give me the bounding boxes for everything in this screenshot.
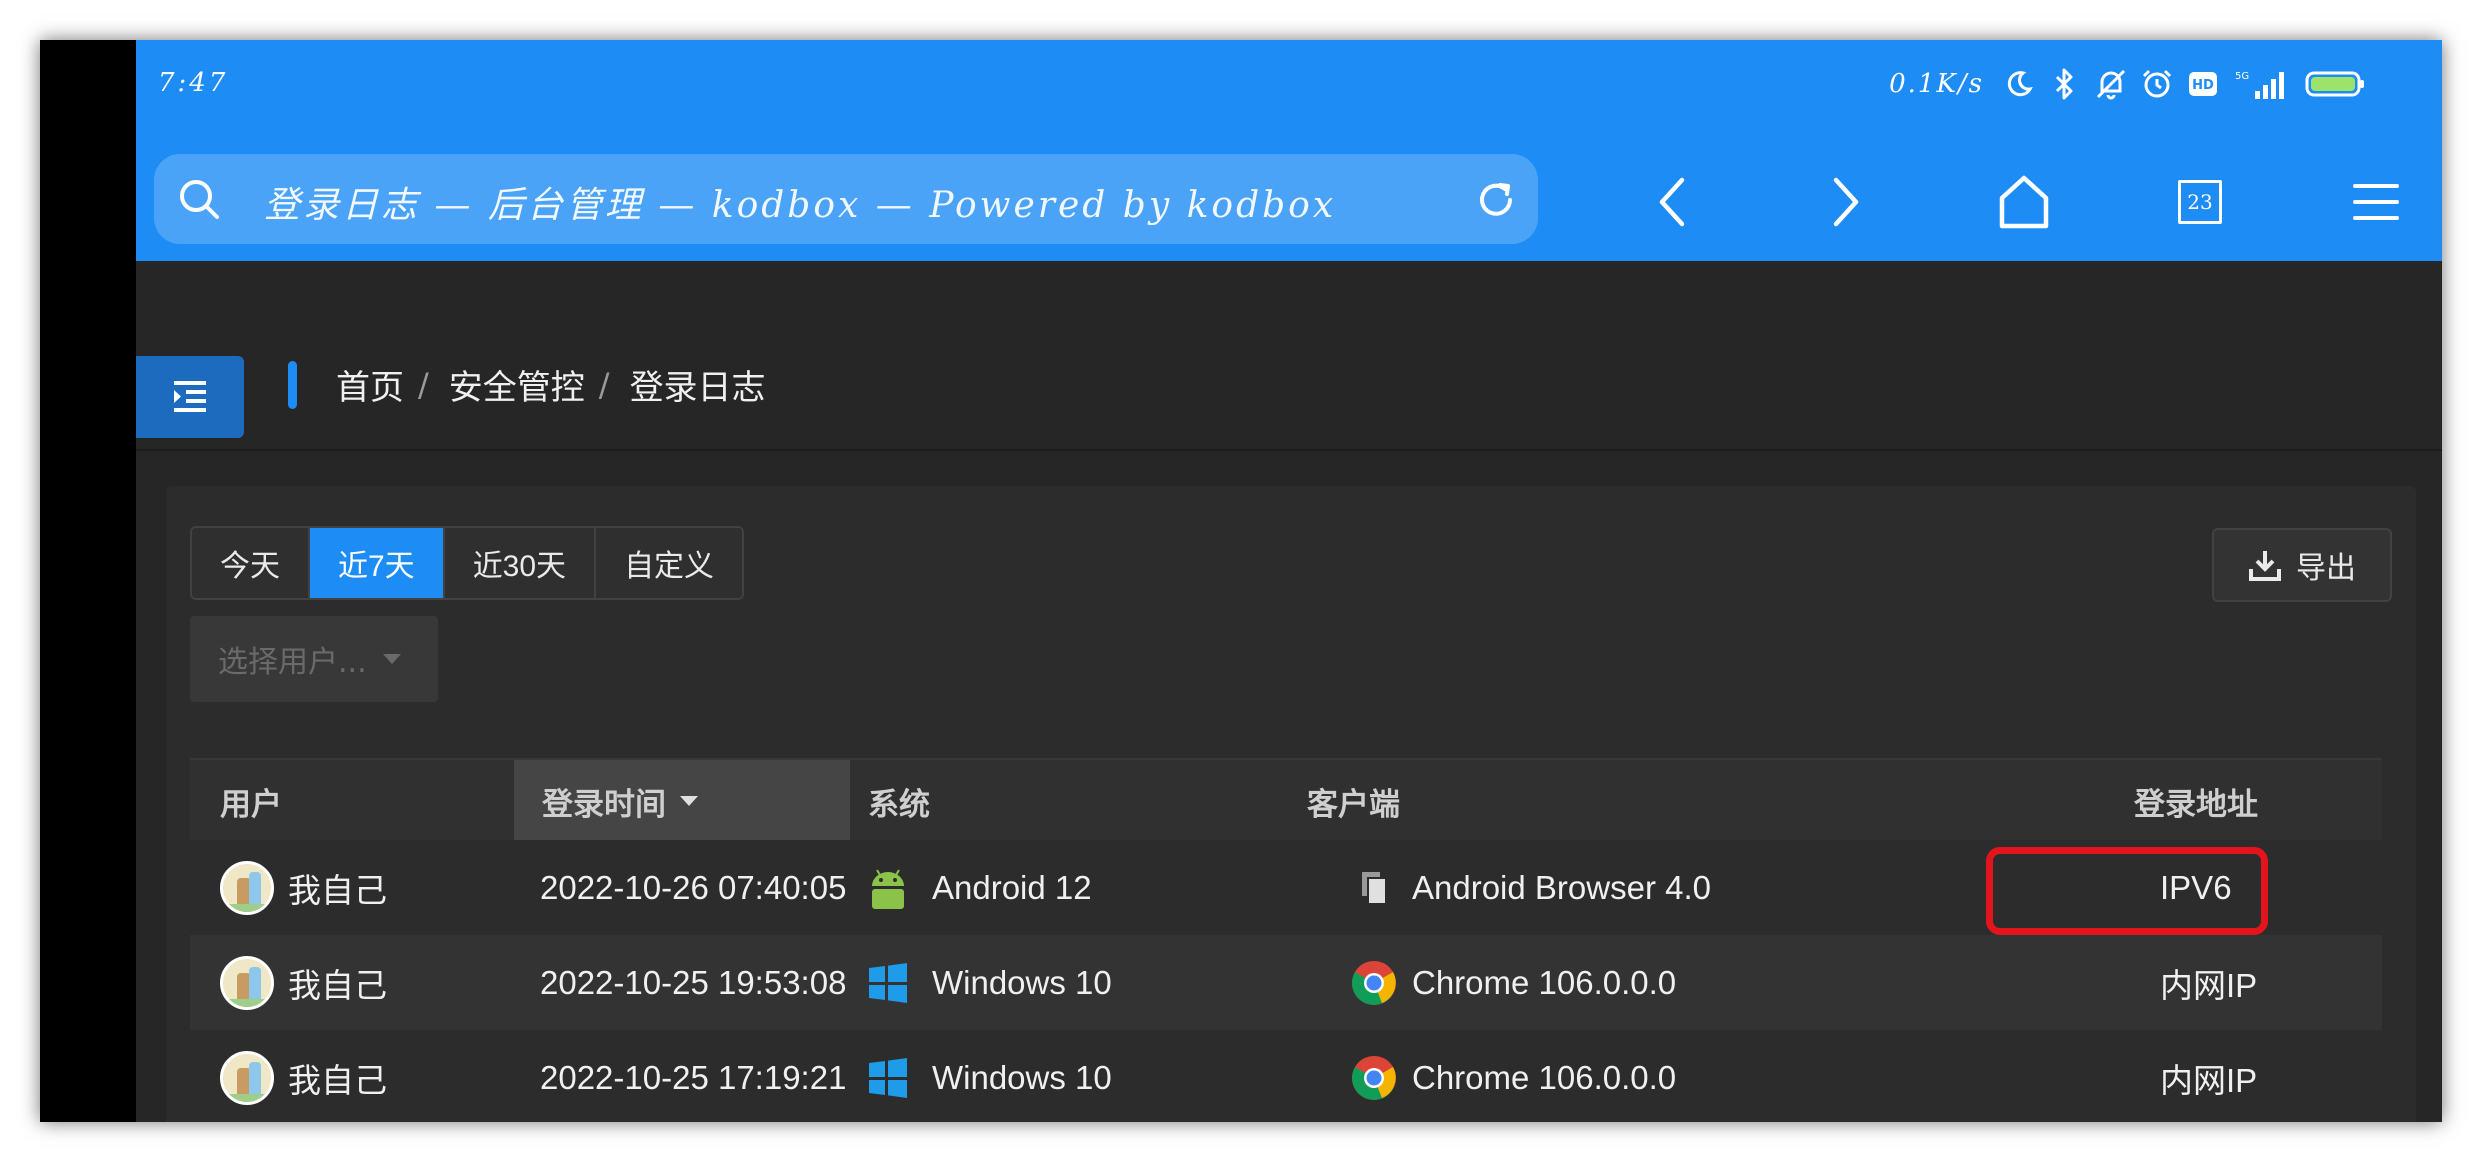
client-cell: Android Browser 4.0 [1350, 840, 1711, 935]
tab-count: 23 [2178, 180, 2222, 224]
os-name: Android 12 [932, 868, 1092, 906]
user-cell: 我自己 [220, 840, 387, 935]
android-icon [866, 866, 910, 910]
range-today-button[interactable]: 今天 [192, 528, 310, 598]
breadcrumb-security[interactable]: 安全管控 [449, 360, 585, 409]
user-cell: 我自己 [220, 935, 387, 1030]
avatar [220, 1050, 274, 1105]
chrome-icon [1350, 959, 1398, 1007]
browser-chrome: 7:47 0.1K/s HD 5G 登录日志 — 后台管理 — kodbox —… [136, 40, 2442, 261]
column-login-time[interactable]: 登录时间 [514, 760, 850, 842]
breadcrumb: 首页 / 安全管控 / 登录日志 [336, 360, 766, 409]
mute-bell-icon [2094, 67, 2128, 101]
reload-icon[interactable] [1474, 178, 1518, 226]
login-time: 2022-10-25 17:19:21 [540, 1058, 847, 1096]
column-user: 用户 [220, 786, 282, 822]
status-icons: 0.1K/s HD 5G [1889, 64, 2366, 104]
caret-down-icon [382, 654, 401, 664]
battery-icon [2304, 67, 2366, 101]
table-row[interactable]: 我自己 2022-10-25 19:53:08 Windows 10 Chrom [190, 935, 2382, 1030]
chrome-icon [1350, 1054, 1398, 1102]
date-range-group: 今天 近7天 近30天 自定义 [190, 526, 745, 600]
column-login-time-label: 登录时间 [542, 786, 666, 822]
os-name: Windows 10 [932, 963, 1112, 1001]
search-icon [176, 176, 222, 226]
windows-icon [866, 1056, 910, 1100]
column-address: 登录地址 [2134, 786, 2258, 822]
chevron-right-icon [1833, 177, 1859, 227]
user-name: 我自己 [288, 871, 387, 909]
os-cell: Android 12 [866, 840, 1092, 935]
user-cell: 我自己 [220, 1030, 387, 1122]
menu-button[interactable] [2348, 174, 2404, 230]
indent-icon [174, 381, 206, 412]
address-bar[interactable]: 登录日志 — 后台管理 — kodbox — Powered by kodbox [154, 154, 1538, 244]
tabs-button[interactable]: 23 [2172, 174, 2228, 230]
client-name: Android Browser 4.0 [1412, 868, 1711, 906]
export-button[interactable]: 导出 [2212, 528, 2392, 602]
os-cell: Windows 10 [866, 935, 1112, 1030]
chevron-left-icon [1659, 177, 1685, 227]
windows-icon [866, 961, 910, 1005]
range-custom-button[interactable]: 自定义 [596, 528, 743, 598]
breadcrumb-separator: / [418, 365, 429, 404]
svg-text:HD: HD [2192, 78, 2214, 93]
sidebar-toggle-button[interactable] [136, 356, 244, 438]
range-30days-button[interactable]: 近30天 [444, 528, 597, 598]
breadcrumb-home[interactable]: 首页 [336, 360, 404, 409]
user-select[interactable]: 选择用户... [190, 616, 438, 702]
home-button[interactable] [1996, 174, 2052, 230]
os-name: Windows 10 [932, 1058, 1112, 1096]
browser-icon [1350, 864, 1398, 912]
user-name: 我自己 [288, 966, 387, 1004]
client-cell: Chrome 106.0.0.0 [1350, 1030, 1676, 1122]
bluetooth-icon [2048, 67, 2082, 101]
client-cell: Chrome 106.0.0.0 [1350, 935, 1676, 1030]
hd-icon: HD [2186, 67, 2220, 101]
sort-desc-icon [680, 796, 698, 806]
signal-5g-icon: 5G [2232, 67, 2292, 101]
avatar [220, 955, 274, 1010]
table-header: 用户 登录时间 系统 客户端 登录地址 [190, 758, 2382, 842]
breadcrumb-current: 登录日志 [629, 368, 766, 408]
status-time: 7:47 [158, 68, 229, 98]
column-client: 客户端 [1307, 786, 1400, 822]
url-text: 登录日志 — 后台管理 — kodbox — Powered by kodbox [264, 185, 1337, 226]
login-log-table: 用户 登录时间 系统 客户端 登录地址 我自己 2022-10-26 07:40… [190, 758, 2382, 1122]
network-speed: 0.1K/s [1889, 69, 1984, 99]
os-cell: Windows 10 [866, 1030, 1112, 1122]
table-row[interactable]: 我自己 2022-10-25 17:19:21 Windows 10 Chrom [190, 1030, 2382, 1122]
login-time: 2022-10-25 19:53:08 [540, 963, 847, 1001]
login-address: 内网IP [2160, 1061, 2258, 1099]
avatar [220, 860, 274, 915]
download-icon [2249, 551, 2281, 581]
alarm-icon [2140, 67, 2174, 101]
user-select-placeholder: 选择用户... [218, 645, 367, 680]
range-7days-button[interactable]: 近7天 [310, 528, 445, 598]
export-label: 导出 [2296, 551, 2356, 586]
device-frame: 7:47 0.1K/s HD 5G 登录日志 — 后台管理 — kodbox —… [40, 40, 2442, 1122]
breadcrumb-marker [288, 361, 297, 409]
client-name: Chrome 106.0.0.0 [1412, 1058, 1677, 1096]
back-button[interactable] [1644, 174, 1700, 230]
hamburger-icon [2353, 184, 2399, 220]
network-type: 5G [2235, 71, 2249, 82]
breadcrumb-separator: / [598, 365, 610, 404]
forward-button[interactable] [1818, 174, 1874, 230]
page-header: 首页 / 安全管控 / 登录日志 [136, 261, 2442, 451]
screen: 7:47 0.1K/s HD 5G 登录日志 — 后台管理 — kodbox —… [136, 40, 2442, 1122]
login-log-panel: 今天 近7天 近30天 自定义 导出 选择用户... 用户 登录时间 系统 客户… [166, 486, 2416, 1122]
user-name: 我自己 [288, 1061, 387, 1099]
login-time: 2022-10-26 07:40:05 [540, 868, 847, 906]
column-os: 系统 [868, 786, 930, 822]
client-name: Chrome 106.0.0.0 [1412, 963, 1677, 1001]
highlight-box [1986, 847, 2268, 935]
home-icon [1999, 175, 2049, 229]
login-address: 内网IP [2160, 966, 2258, 1004]
moon-icon [2002, 67, 2036, 101]
left-bezel [40, 40, 136, 1122]
